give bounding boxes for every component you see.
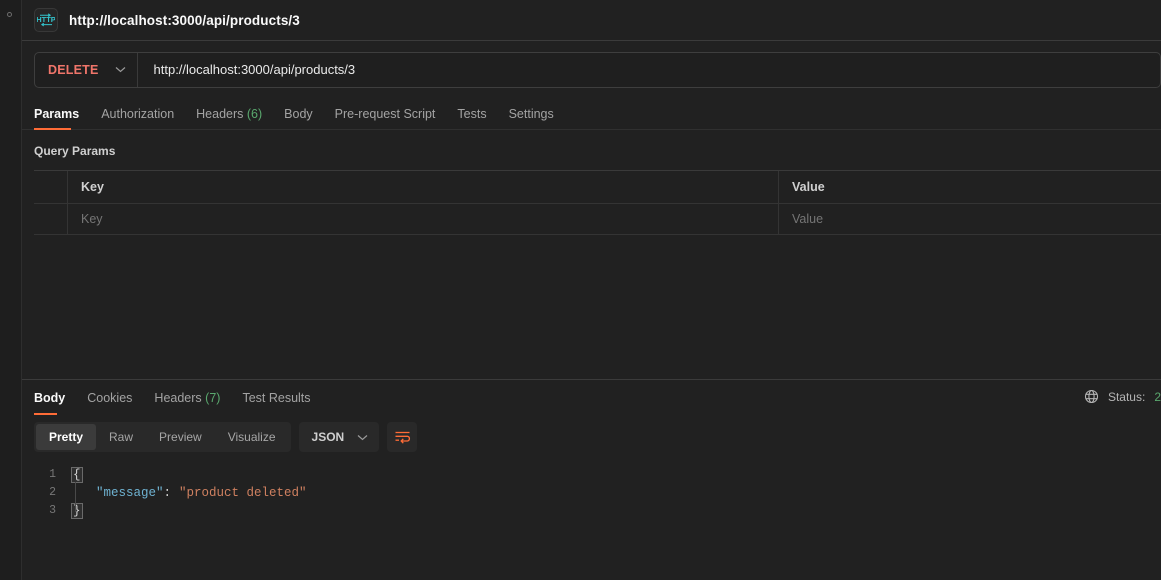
column-header-value: Value (792, 180, 825, 194)
svg-text:HTTP: HTTP (37, 15, 55, 24)
select-all-cell[interactable] (34, 171, 68, 203)
json-string-value: "product deleted" (179, 486, 307, 500)
tab-params-label: Params (34, 106, 80, 121)
method-selector[interactable]: DELETE (35, 52, 138, 87)
request-tab-bar: Params Authorization Headers (6) Body Pr… (22, 98, 1161, 130)
method-label: DELETE (48, 62, 99, 77)
json-colon: : (163, 486, 172, 500)
chevron-down-icon (357, 434, 368, 441)
tab-response-body-label: Body (34, 390, 66, 405)
line-number: 1 (49, 468, 56, 481)
request-header: HTTP http://localhost:3000/api/products/… (22, 0, 1161, 41)
view-mode-visualize[interactable]: Visualize (215, 424, 289, 450)
tab-body[interactable]: Body (284, 106, 327, 130)
tab-settings[interactable]: Settings (508, 106, 568, 130)
tab-test-results-label: Test Results (242, 390, 311, 405)
tab-pre-request-script[interactable]: Pre-request Script (334, 106, 450, 130)
view-mode-pretty[interactable]: Pretty (36, 424, 97, 450)
format-label: JSON (311, 430, 345, 444)
value-input[interactable]: Value (779, 204, 1161, 234)
request-pane: HTTP http://localhost:3000/api/products/… (22, 0, 1161, 580)
tab-authorization[interactable]: Authorization (101, 106, 188, 130)
tab-params[interactable]: Params (34, 106, 93, 130)
tab-settings-label: Settings (508, 106, 554, 121)
indent-guide (75, 482, 76, 512)
wrap-text-icon[interactable] (387, 422, 418, 452)
tab-test-results[interactable]: Test Results (242, 390, 324, 415)
code-line: 1 { (22, 466, 1161, 484)
page-title: http://localhost:3000/api/products/3 (69, 12, 300, 28)
tab-body-label: Body (284, 106, 313, 121)
status-badge: 2 (1154, 389, 1161, 404)
url-row: DELETE http://localhost:3000/api/product… (22, 41, 1161, 98)
code-line: 2 "message" : "product deleted" (22, 484, 1161, 502)
chevron-down-icon (115, 66, 126, 73)
response-status: Status: 2 (1084, 389, 1161, 404)
column-header-key: Key (68, 171, 779, 203)
tab-response-headers-label: Headers (154, 390, 202, 405)
tab-response-headers-count: (7) (205, 390, 221, 405)
tab-authorization-label: Authorization (101, 106, 175, 121)
json-close-brace: } (71, 503, 83, 519)
code-line: 3 } (22, 502, 1161, 520)
url-box: DELETE http://localhost:3000/api/product… (34, 51, 1161, 88)
format-selector[interactable]: JSON (298, 422, 380, 452)
table-row[interactable]: Key Value (34, 203, 1161, 235)
left-rail (0, 0, 22, 580)
json-key: "message" (96, 486, 164, 500)
tab-response-body[interactable]: Body (34, 390, 79, 415)
view-mode-preview[interactable]: Preview (146, 424, 215, 450)
view-mode-raw[interactable]: Raw (96, 424, 146, 450)
query-params-table: Key Value Key Value (34, 170, 1161, 235)
key-input[interactable]: Key (68, 204, 779, 234)
row-checkbox-cell[interactable] (34, 204, 68, 234)
response-pane: Body Cookies Headers (7) Test Results St… (22, 379, 1161, 580)
line-number: 3 (49, 504, 56, 517)
url-input[interactable]: http://localhost:3000/api/products/3 (138, 62, 356, 77)
tab-response-cookies-label: Cookies (87, 390, 133, 405)
table-header-row: Key Value (34, 171, 1161, 203)
tab-pre-request-script-label: Pre-request Script (334, 106, 436, 121)
tab-tests-label: Tests (457, 106, 487, 121)
tab-headers[interactable]: Headers (6) (196, 106, 276, 130)
tab-response-headers[interactable]: Headers (7) (154, 390, 234, 415)
tab-headers-label: Headers (196, 106, 244, 121)
line-number: 2 (49, 486, 56, 499)
response-view-toolbar: Pretty Raw Preview Visualize JSON (22, 414, 1161, 452)
tab-response-cookies[interactable]: Cookies (87, 390, 146, 415)
http-protocol-icon: HTTP (34, 8, 58, 32)
tab-headers-count: (6) (246, 106, 263, 121)
globe-icon[interactable] (1084, 389, 1099, 404)
query-params-title: Query Params (34, 144, 116, 158)
status-label: Status: (1107, 389, 1146, 404)
response-body-code[interactable]: 1 { 2 "message" : "product deleted" 3 } (22, 466, 1161, 520)
view-mode-group: Pretty Raw Preview Visualize (34, 422, 291, 452)
circle-icon[interactable] (7, 12, 12, 17)
json-open-brace: { (71, 467, 83, 483)
response-tab-bar: Body Cookies Headers (7) Test Results St… (22, 380, 1161, 415)
tab-tests[interactable]: Tests (457, 106, 500, 130)
